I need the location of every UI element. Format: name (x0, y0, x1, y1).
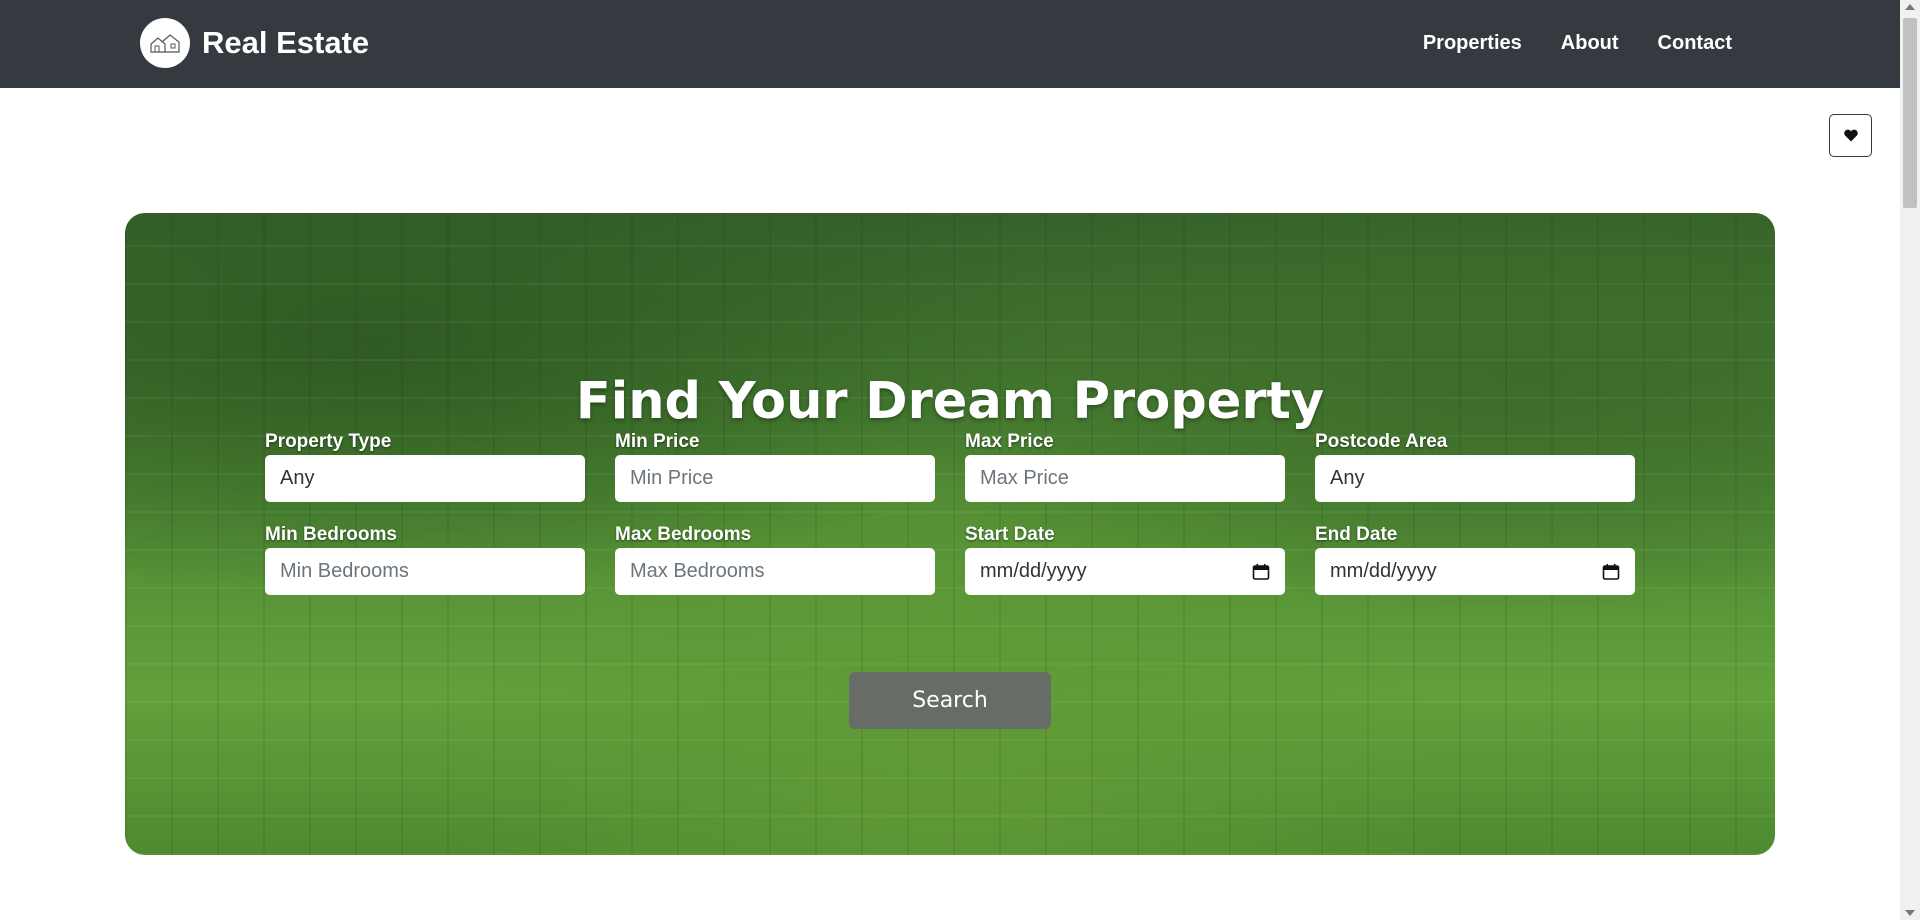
calendar-icon[interactable] (1252, 563, 1270, 581)
page-scrollbar[interactable] (1900, 0, 1920, 920)
max-bedrooms-field: Max Bedrooms (615, 524, 935, 595)
scroll-down-icon[interactable] (1905, 910, 1915, 916)
property-type-label: Property Type (265, 431, 392, 452)
max-bedrooms-input[interactable] (615, 548, 935, 595)
min-price-field: Min Price (615, 431, 935, 502)
postcode-area-field: Postcode Area Any (1315, 431, 1635, 502)
min-price-input[interactable] (615, 455, 935, 502)
end-date-placeholder: mm/dd/yyyy (1330, 560, 1437, 582)
min-bedrooms-label: Min Bedrooms (265, 524, 397, 545)
navbar: Real Estate Properties About Contact (0, 0, 1900, 88)
min-bedrooms-input[interactable] (265, 548, 585, 595)
brand-name: Real Estate (202, 25, 370, 60)
max-bedrooms-label: Max Bedrooms (615, 524, 752, 545)
scrollbar-thumb[interactable] (1903, 18, 1917, 208)
search-form: Property Type Any Min Price Max Price Po… (265, 431, 1641, 595)
start-date-label: Start Date (965, 524, 1055, 545)
end-date-field: End Date mm/dd/yyyy (1315, 524, 1635, 595)
hero-title: Find Your Dream Property (575, 372, 1325, 432)
brand[interactable]: Real Estate (140, 18, 369, 68)
calendar-icon[interactable] (1602, 563, 1620, 581)
nav-about[interactable]: About (1561, 32, 1619, 55)
end-date-label: End Date (1315, 524, 1398, 545)
favorites-button[interactable] (1829, 114, 1872, 157)
heart-icon (1843, 129, 1858, 142)
nav-links: Properties About Contact (1423, 32, 1732, 55)
scroll-up-icon[interactable] (1905, 4, 1915, 10)
start-date-placeholder: mm/dd/yyyy (980, 560, 1087, 582)
postcode-area-label: Postcode Area (1315, 431, 1448, 452)
postcode-area-value: Any (1330, 467, 1365, 489)
search-button[interactable]: Search (849, 672, 1051, 729)
house-logo-icon (140, 18, 190, 68)
max-price-input[interactable] (965, 455, 1285, 502)
max-price-label: Max Price (965, 431, 1054, 452)
max-price-field: Max Price (965, 431, 1285, 502)
property-type-value: Any (280, 467, 315, 489)
hero-search-section: Find Your Dream Property Property Type A… (125, 213, 1775, 855)
start-date-input[interactable]: mm/dd/yyyy (965, 548, 1285, 595)
nav-properties[interactable]: Properties (1423, 32, 1522, 55)
postcode-area-select[interactable]: Any (1315, 455, 1635, 502)
property-type-field: Property Type Any (265, 431, 585, 502)
min-price-label: Min Price (615, 431, 700, 452)
end-date-input[interactable]: mm/dd/yyyy (1315, 548, 1635, 595)
nav-contact[interactable]: Contact (1658, 32, 1732, 55)
min-bedrooms-field: Min Bedrooms (265, 524, 585, 595)
property-type-select[interactable]: Any (265, 455, 585, 502)
start-date-field: Start Date mm/dd/yyyy (965, 524, 1285, 595)
